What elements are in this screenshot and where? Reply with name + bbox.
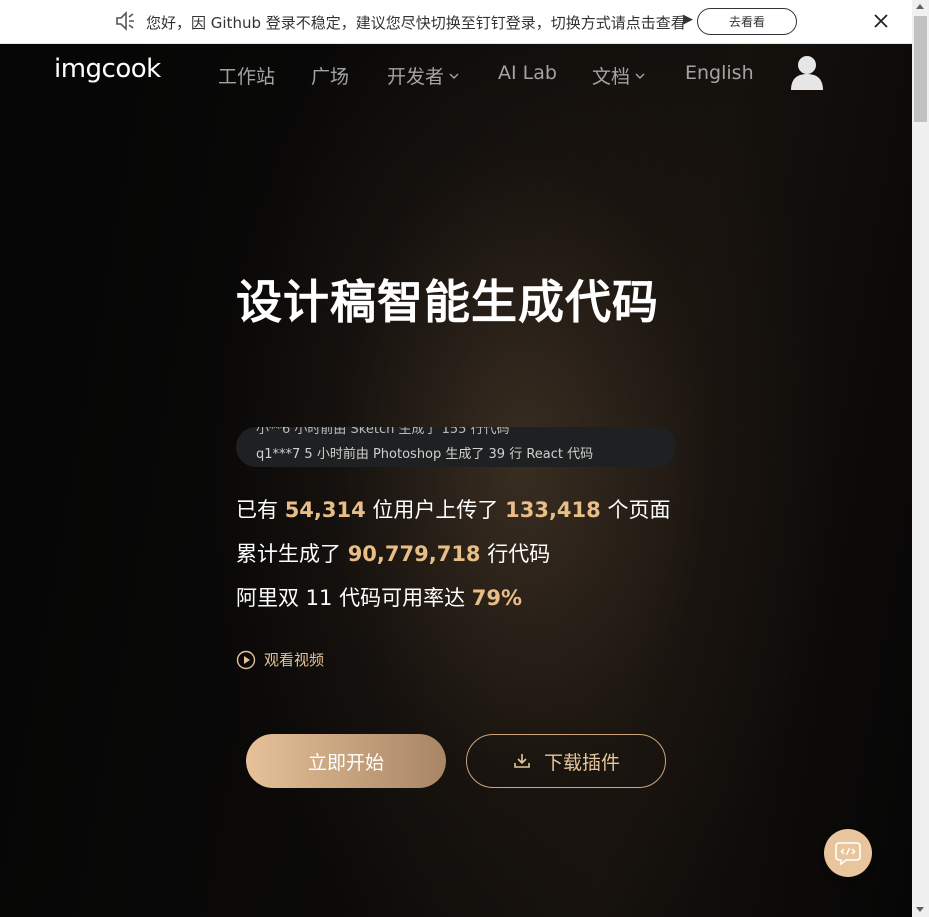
download-icon <box>514 754 530 768</box>
ticker-previous-line: 小**6 小时前由 Sketch 生成了 155 行代码 <box>256 427 510 437</box>
nav-label: 广场 <box>311 66 350 88</box>
notice-bar: 您好，因 Github 登录不稳定，建议您尽快切换至钉钉登录，切换方式请点击查看… <box>0 0 912 44</box>
watch-video-label: 观看视频 <box>264 651 325 669</box>
hero-headline: 设计稿智能生成代码 <box>236 275 659 329</box>
code-bubble-icon <box>835 842 861 866</box>
nav-label: English <box>685 62 754 84</box>
scroll-down-arrow-icon[interactable] <box>916 907 924 912</box>
stat-rate-value: 79% <box>471 586 523 610</box>
stat-usability-rate: 阿里双 11 代码可用率达 79% <box>236 582 522 612</box>
stat-text: 累计生成了 <box>236 542 341 566</box>
nav-item-english[interactable]: English <box>685 62 754 84</box>
stat-users-count: 54,314 <box>284 498 366 522</box>
nav-label: AI Lab <box>498 62 557 84</box>
nav-item-ai-lab[interactable]: AI Lab <box>498 62 557 84</box>
nav-item-docs[interactable]: 文档 <box>592 62 646 89</box>
scrollbar-thumb[interactable] <box>914 16 927 122</box>
stat-text: 位用户上传了 <box>372 498 499 522</box>
play-circle-icon <box>236 650 256 669</box>
download-plugin-button[interactable]: 下载插件 <box>466 734 666 788</box>
stat-pages-count: 133,418 <box>505 498 601 522</box>
notice-message: 您好，因 Github 登录不稳定，建议您尽快切换至钉钉登录，切换方式请点击查看 <box>146 14 686 32</box>
code-chat-button[interactable] <box>824 829 872 877</box>
stat-text: 个页面 <box>607 498 671 522</box>
notice-arrow: ▶ <box>683 12 693 27</box>
nav-label: 文档 <box>592 66 631 88</box>
stat-text: 阿里双 11 代码可用率达 <box>236 586 466 610</box>
close-icon[interactable] <box>872 12 890 30</box>
page-scrollbar[interactable] <box>912 0 929 917</box>
start-button[interactable]: 立即开始 <box>246 734 446 788</box>
stat-text: 已有 <box>236 498 278 522</box>
nav-item-workstation[interactable]: 工作站 <box>218 62 275 89</box>
hero-section: imgcook 工作站 广场 开发者 AI Lab 文档 English 设计稿… <box>0 44 912 917</box>
nav-item-square[interactable]: 广场 <box>311 62 349 89</box>
imgcook-logo[interactable]: imgcook <box>54 54 161 84</box>
nav-label: 开发者 <box>387 66 445 88</box>
stat-lines-count: 90,779,718 <box>347 542 481 566</box>
chevron-down-icon <box>635 73 645 79</box>
nav-label: 工作站 <box>218 66 276 88</box>
user-avatar-icon[interactable] <box>790 54 824 90</box>
nav-item-developer[interactable]: 开发者 <box>387 62 460 89</box>
stat-text: 行代码 <box>487 542 551 566</box>
activity-ticker: 小**6 小时前由 Sketch 生成了 155 行代码 q1***7 5 小时… <box>236 427 676 467</box>
download-plugin-label: 下载插件 <box>543 751 620 774</box>
ticker-current-line: q1***7 5 小时前由 Photoshop 生成了 39 行 React 代… <box>256 447 594 462</box>
stat-lines-generated: 累计生成了 90,779,718 行代码 <box>236 538 550 568</box>
watch-video-link[interactable]: 观看视频 <box>236 649 324 670</box>
chevron-down-icon <box>449 73 459 79</box>
speaker-icon <box>116 11 134 31</box>
scroll-up-arrow-icon[interactable] <box>916 4 924 9</box>
stat-users-pages: 已有 54,314 位用户上传了 133,418 个页面 <box>236 494 670 524</box>
notice-go-button[interactable]: 去看看 <box>697 8 797 35</box>
